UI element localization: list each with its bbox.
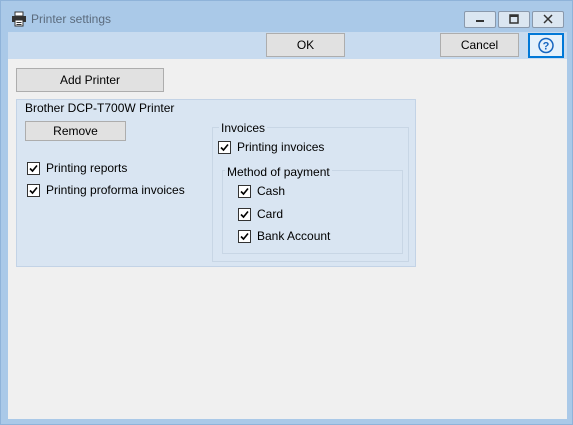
checkbox-label: Printing reports <box>46 161 128 175</box>
svg-text:?: ? <box>543 41 550 53</box>
checkbox-label: Bank Account <box>257 229 331 243</box>
checkbox-label: Printing invoices <box>237 140 325 154</box>
checkmark-icon <box>240 232 249 240</box>
maximize-button[interactable] <box>498 11 530 28</box>
add-printer-button[interactable]: Add Printer <box>16 68 164 92</box>
printer-name: Brother DCP-T700W Printer <box>25 101 175 115</box>
checkbox-label: Printing proforma invoices <box>46 183 185 197</box>
checkbox-box[interactable] <box>27 183 40 197</box>
checkbox-box[interactable] <box>218 140 231 154</box>
ok-button[interactable]: OK <box>266 33 345 57</box>
printer-settings-window: Printer settings OK Cancel ? Add Printer… <box>0 0 573 425</box>
printer-icon <box>11 11 27 27</box>
cash-checkbox[interactable]: Cash <box>238 183 285 199</box>
checkbox-box[interactable] <box>238 184 251 198</box>
printing-reports-checkbox[interactable]: Printing reports <box>27 160 127 176</box>
invoices-group-title: Invoices <box>219 121 268 135</box>
minimize-button[interactable] <box>464 11 496 28</box>
checkmark-icon <box>240 210 249 218</box>
checkmark-icon <box>29 164 38 172</box>
printing-invoices-checkbox[interactable]: Printing invoices <box>218 139 324 155</box>
checkbox-box[interactable] <box>27 161 40 175</box>
minimize-icon <box>476 20 484 22</box>
cancel-button[interactable]: Cancel <box>440 33 519 57</box>
payment-method-group-title: Method of payment <box>225 165 332 179</box>
bank-account-checkbox[interactable]: Bank Account <box>238 228 330 244</box>
checkbox-label: Card <box>257 207 284 221</box>
close-button[interactable] <box>532 11 564 28</box>
checkbox-label: Cash <box>257 184 286 198</box>
maximize-icon <box>509 14 519 24</box>
printing-proforma-invoices-checkbox[interactable]: Printing proforma invoices <box>27 182 185 198</box>
checkmark-icon <box>220 143 229 151</box>
window-title: Printer settings <box>31 12 112 26</box>
question-circle-icon: ? <box>538 37 554 54</box>
title-bar[interactable]: Printer settings <box>1 1 572 32</box>
checkmark-icon <box>240 187 249 195</box>
help-button[interactable]: ? <box>528 33 564 58</box>
checkbox-box[interactable] <box>238 229 251 243</box>
remove-printer-button[interactable]: Remove <box>25 121 126 141</box>
card-checkbox[interactable]: Card <box>238 206 283 222</box>
checkmark-icon <box>29 186 38 194</box>
checkbox-box[interactable] <box>238 207 251 221</box>
close-icon <box>543 14 553 24</box>
